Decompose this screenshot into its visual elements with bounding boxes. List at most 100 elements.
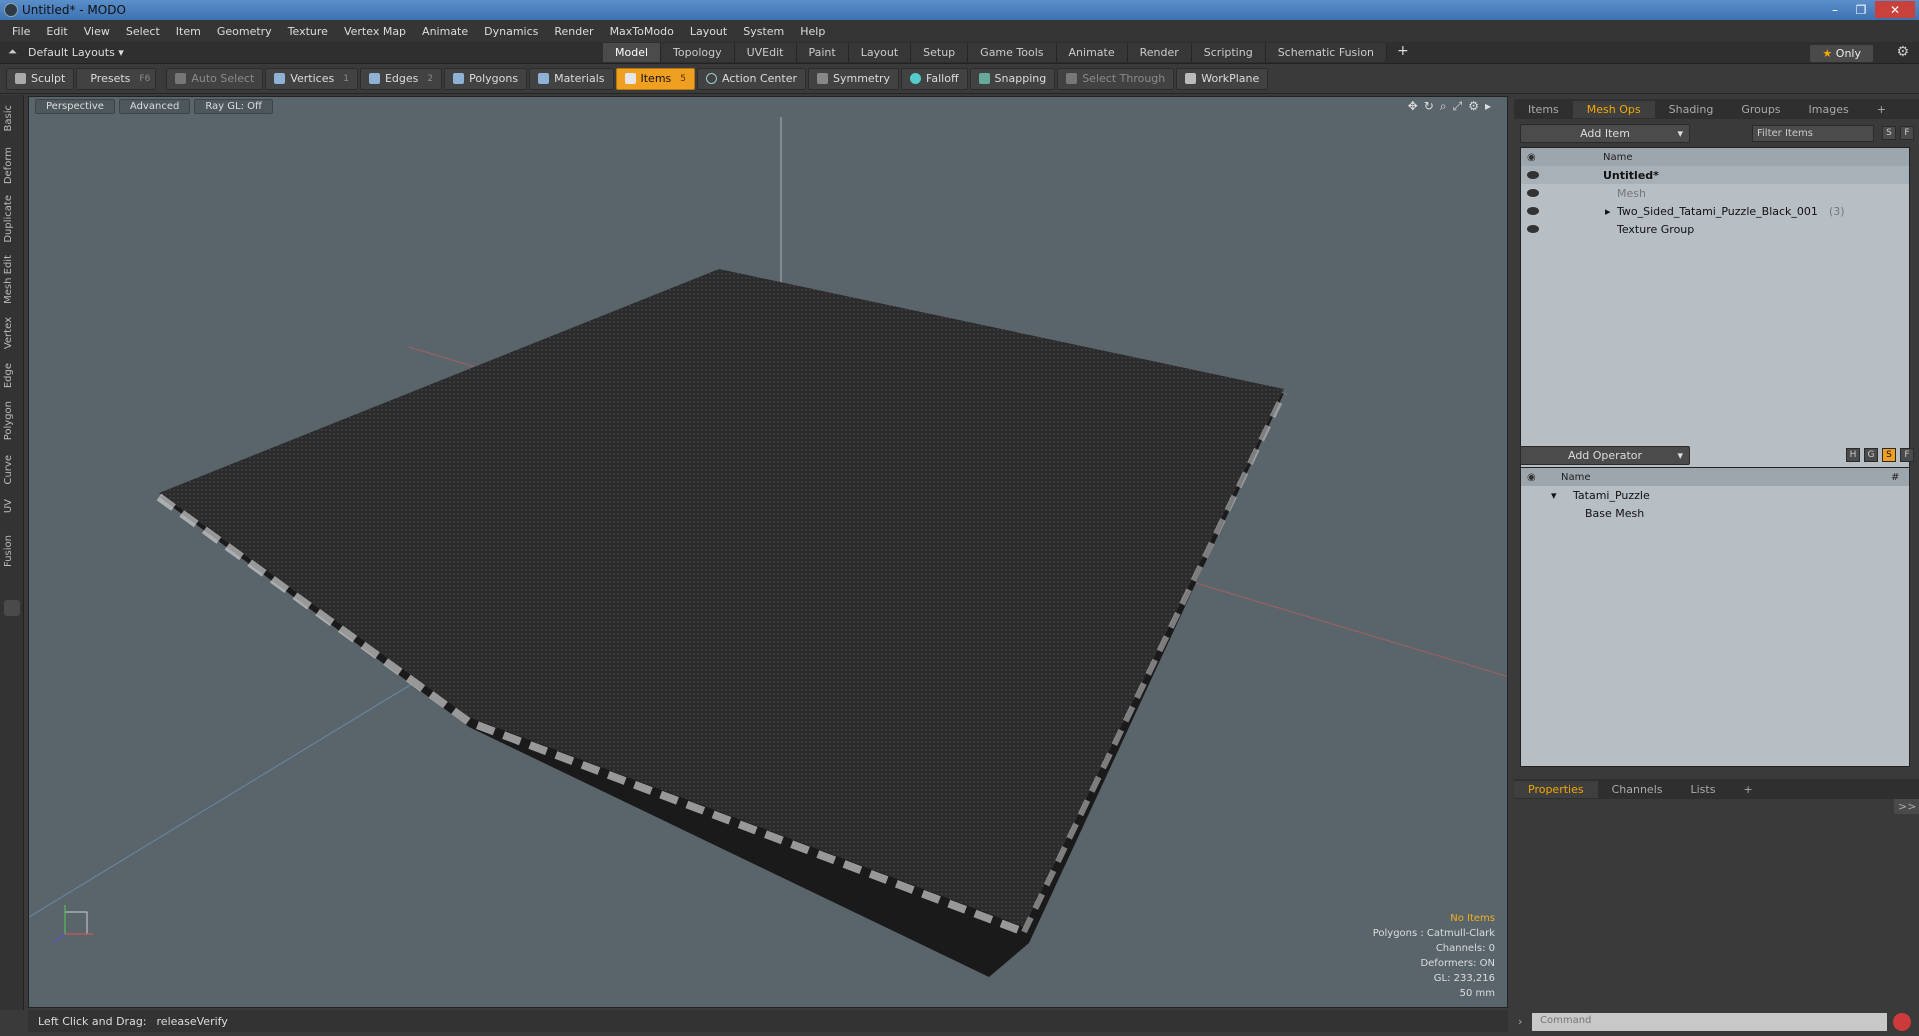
menu-edit[interactable]: Edit [38,25,75,38]
add-operator-dropdown[interactable]: Add Operator [1520,445,1690,465]
tab-paint[interactable]: Paint [796,43,849,62]
falloff-button[interactable]: Falloff [901,67,968,90]
filter-s-active-button[interactable]: S [1882,448,1896,462]
eye-icon[interactable] [1527,207,1539,215]
menu-layout[interactable]: Layout [682,25,735,38]
eye-icon[interactable] [1527,171,1539,179]
tab-setup[interactable]: Setup [911,43,969,62]
tab-scripting[interactable]: Scripting [1191,43,1266,62]
tab-properties[interactable]: Properties [1514,780,1598,798]
tab-polygon[interactable]: Polygon [3,401,14,440]
close-button[interactable]: ✕ [1875,1,1915,18]
menu-geometry[interactable]: Geometry [209,25,280,38]
add-properties-tab-button[interactable]: + [1729,781,1766,798]
tab-game-tools[interactable]: Game Tools [968,43,1057,62]
list-item-tatami-op[interactable]: ▾ Tatami_Puzzle [1521,486,1909,504]
rotate-view-icon[interactable]: ↻ [1424,99,1434,114]
action-center-button[interactable]: Action Center [697,67,806,90]
menu-dynamics[interactable]: Dynamics [476,25,546,38]
tab-shading[interactable]: Shading [1655,101,1728,118]
edges-button[interactable]: Edges 2 [359,67,443,90]
tab-deform[interactable]: Deform [3,147,14,184]
list-item-mesh[interactable]: Mesh [1521,184,1909,202]
move-view-icon[interactable]: ✥ [1408,99,1418,114]
select-through-button[interactable]: Select Through [1057,67,1175,90]
gear-icon[interactable]: ⚙ [1896,44,1909,60]
menu-maxtomodo[interactable]: MaxToModo [602,25,682,38]
filter-g-button[interactable]: G [1864,448,1878,462]
only-button[interactable]: ★ Only [1810,45,1873,62]
symmetry-button[interactable]: Symmetry [808,67,900,90]
add-tab-button[interactable]: + [1387,43,1419,62]
menu-vertex-map[interactable]: Vertex Map [336,25,414,38]
menu-file[interactable]: File [4,25,38,38]
filter-f-op-button[interactable]: F [1900,448,1914,462]
menu-view[interactable]: View [76,25,118,38]
menu-item[interactable]: Item [168,25,209,38]
list-item-texture-group[interactable]: Texture Group [1521,220,1909,238]
expand-button[interactable]: >> [1894,799,1919,814]
tab-channels[interactable]: Channels [1598,781,1677,798]
list-item-base-mesh[interactable]: Base Mesh [1521,504,1909,522]
materials-button[interactable]: Materials [529,67,614,90]
collapse-arrow-icon[interactable]: ▾ [1551,489,1557,502]
menu-render[interactable]: Render [546,25,601,38]
tab-duplicate[interactable]: Duplicate [3,195,14,243]
tab-render[interactable]: Render [1127,43,1192,62]
3d-viewport[interactable]: Perspective Advanced Ray GL: Off ✥ ↻ ⌕ ⤢… [28,96,1508,1008]
tab-layout[interactable]: Layout [848,43,912,62]
sculpt-button[interactable]: Sculpt [6,67,75,90]
record-icon[interactable] [1893,1013,1911,1031]
raygl-button[interactable]: Ray GL: Off [194,98,273,114]
viewport-settings-icon[interactable]: ⚙ [1468,99,1479,114]
layout-dropdown[interactable]: Default Layouts ▾ [28,46,124,59]
tab-uvedit[interactable]: UVEdit [734,43,797,62]
menu-select[interactable]: Select [118,25,168,38]
vertices-button[interactable]: Vertices 1 [265,67,358,90]
filter-items-input[interactable]: Filter Items [1752,124,1874,142]
tab-mesh-edit[interactable]: Mesh Edit [3,255,14,304]
maximize-button[interactable]: ❐ [1849,1,1873,18]
auto-select-button[interactable]: Auto Select [166,67,264,90]
minimize-button[interactable]: – [1823,1,1847,18]
add-panel-tab-button[interactable]: + [1863,101,1900,118]
panel-toggle-button[interactable] [4,600,20,616]
tab-basic[interactable]: Basic [3,105,14,131]
tab-groups[interactable]: Groups [1727,101,1794,118]
menu-help[interactable]: Help [792,25,833,38]
list-item-untitled[interactable]: Untitled* [1521,166,1909,184]
add-item-dropdown[interactable]: Add Item [1520,123,1690,143]
eye-icon[interactable] [1527,225,1539,233]
viewport-more-icon[interactable]: ▸ [1485,99,1491,114]
tab-vertex[interactable]: Vertex [3,317,14,349]
collapse-arrow-icon[interactable]: ⏶ [8,45,17,59]
tab-images[interactable]: Images [1795,101,1863,118]
tab-edge[interactable]: Edge [3,363,14,388]
presets-button[interactable]: Presets F6 [76,67,157,90]
menu-system[interactable]: System [735,25,792,38]
tab-items[interactable]: Items [1514,101,1573,118]
snapping-button[interactable]: Snapping [969,67,1056,90]
view-mode-button[interactable]: Advanced [118,98,191,114]
tab-uv[interactable]: UV [3,499,14,513]
tab-model[interactable]: Model [603,43,662,62]
tab-schematic-fusion[interactable]: Schematic Fusion [1265,43,1388,62]
zoom-view-icon[interactable]: ⌕ [1440,99,1447,114]
tab-mesh-ops[interactable]: Mesh Ops [1572,100,1655,118]
tab-topology[interactable]: Topology [661,43,735,62]
tab-animate[interactable]: Animate [1056,43,1128,62]
workplane-button[interactable]: WorkPlane [1176,67,1269,90]
list-item-tatami[interactable]: ▸ Two_Sided_Tatami_Puzzle_Black_001 (3) [1521,202,1909,220]
menu-animate[interactable]: Animate [414,25,476,38]
view-perspective-button[interactable]: Perspective [35,98,115,114]
filter-f-button[interactable]: F [1900,126,1914,140]
tab-lists[interactable]: Lists [1677,781,1730,798]
tab-curve[interactable]: Curve [3,455,14,485]
filter-s-button[interactable]: S [1882,126,1896,140]
eye-icon[interactable] [1527,189,1539,197]
items-button[interactable]: Items 5 [615,67,696,90]
fit-view-icon[interactable]: ⤢ [1453,99,1463,114]
command-input[interactable]: Command [1532,1013,1887,1031]
filter-h-button[interactable]: H [1846,448,1860,462]
expand-arrow-icon[interactable]: ▸ [1605,205,1611,218]
